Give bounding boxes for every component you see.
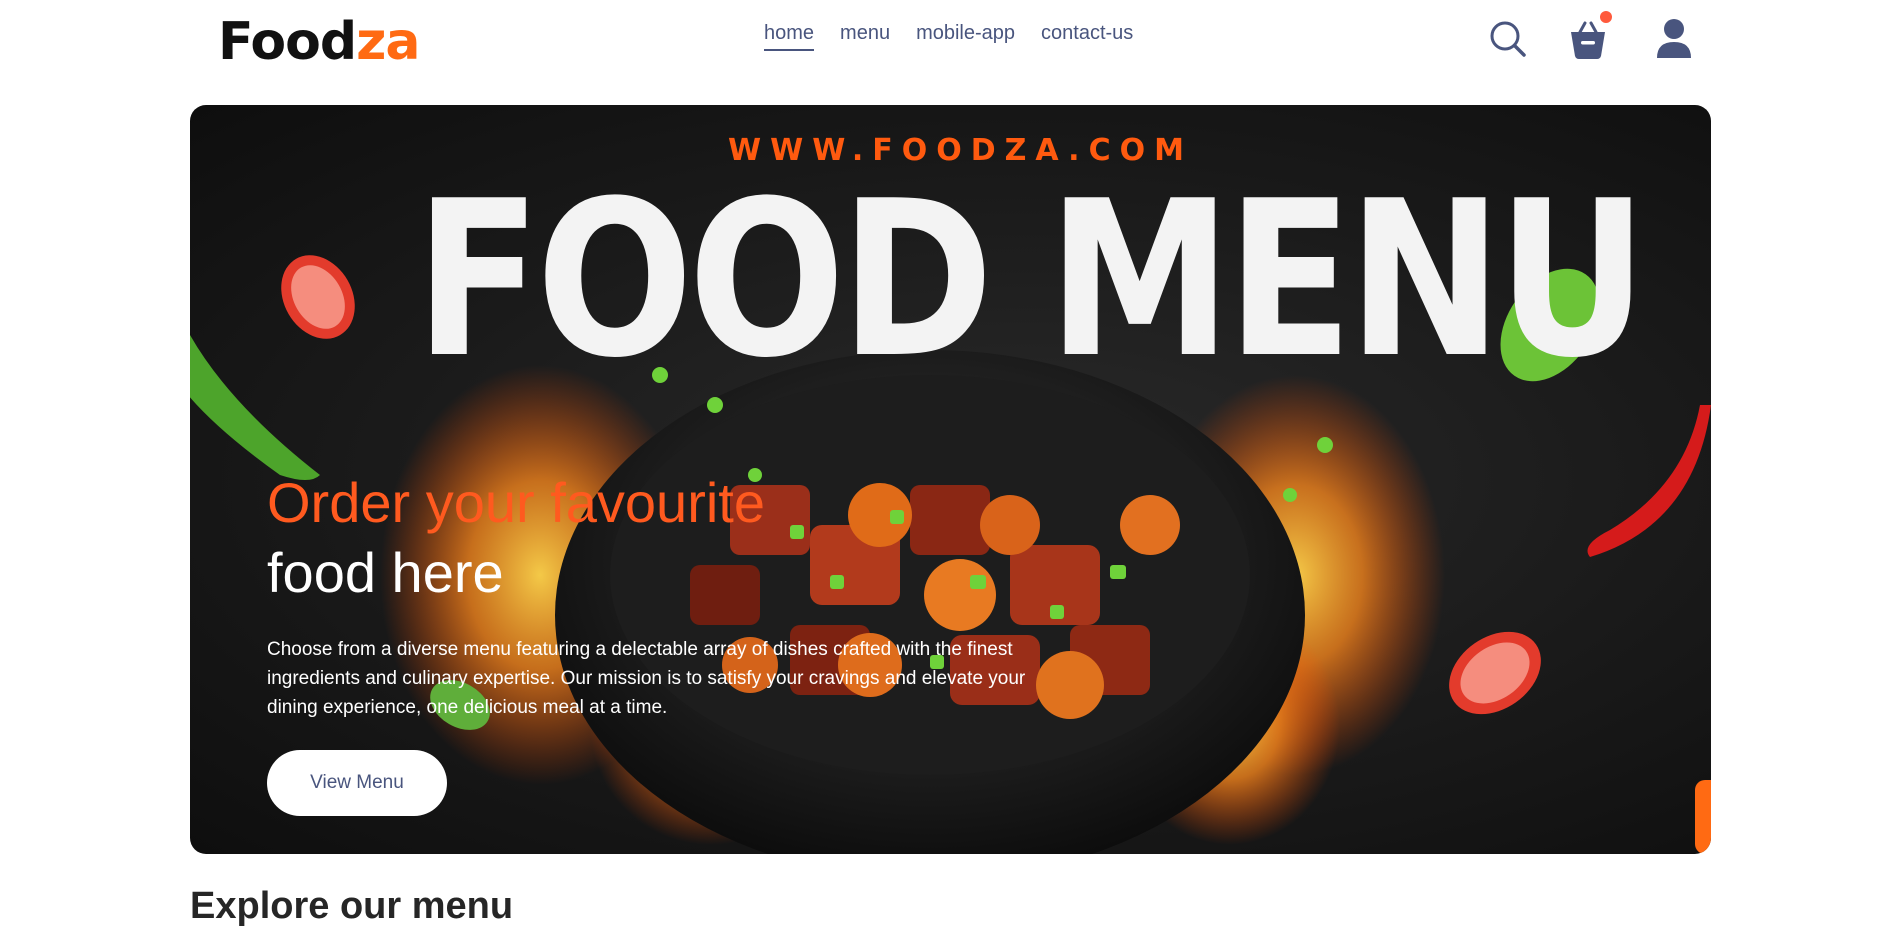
logo-accent: za	[356, 12, 420, 72]
tomato-slice-bottom	[1449, 631, 1541, 715]
nav-item-contact-us[interactable]: contact-us	[1041, 22, 1133, 51]
cart-notification-dot	[1600, 11, 1612, 23]
basket-icon[interactable]	[1568, 18, 1608, 60]
hero-headline: Order your favourite food here	[267, 468, 765, 608]
section-title: Explore our menu	[190, 885, 514, 927]
red-chili	[1587, 405, 1711, 557]
navbar: Foodza home menu mobile-app contact-us	[0, 0, 1898, 80]
hero-description: Choose from a diverse menu featuring a d…	[267, 639, 1026, 718]
side-tab[interactable]	[1695, 780, 1711, 854]
green-chili	[190, 335, 320, 480]
nav-item-menu[interactable]: menu	[840, 22, 890, 51]
tomato-slice-top	[281, 255, 355, 339]
headline-line-2: food here	[267, 541, 504, 604]
nav-item-mobile-app[interactable]: mobile-app	[916, 22, 1015, 51]
banner-title: FOOD MENU	[415, 154, 1647, 405]
logo-main: Food	[218, 12, 357, 72]
logo[interactable]: Foodza	[218, 12, 420, 72]
nav-menu: home menu mobile-app contact-us	[764, 22, 1133, 51]
hero-banner: WWW.FOODZA.COM FOOD MENU Order your favo…	[190, 105, 1711, 854]
view-menu-button[interactable]: View Menu	[267, 750, 447, 816]
headline-line-1: Order your favourite	[267, 471, 765, 534]
search-icon[interactable]	[1489, 20, 1527, 58]
nav-item-home[interactable]: home	[764, 22, 815, 51]
profile-icon[interactable]	[1655, 18, 1693, 60]
